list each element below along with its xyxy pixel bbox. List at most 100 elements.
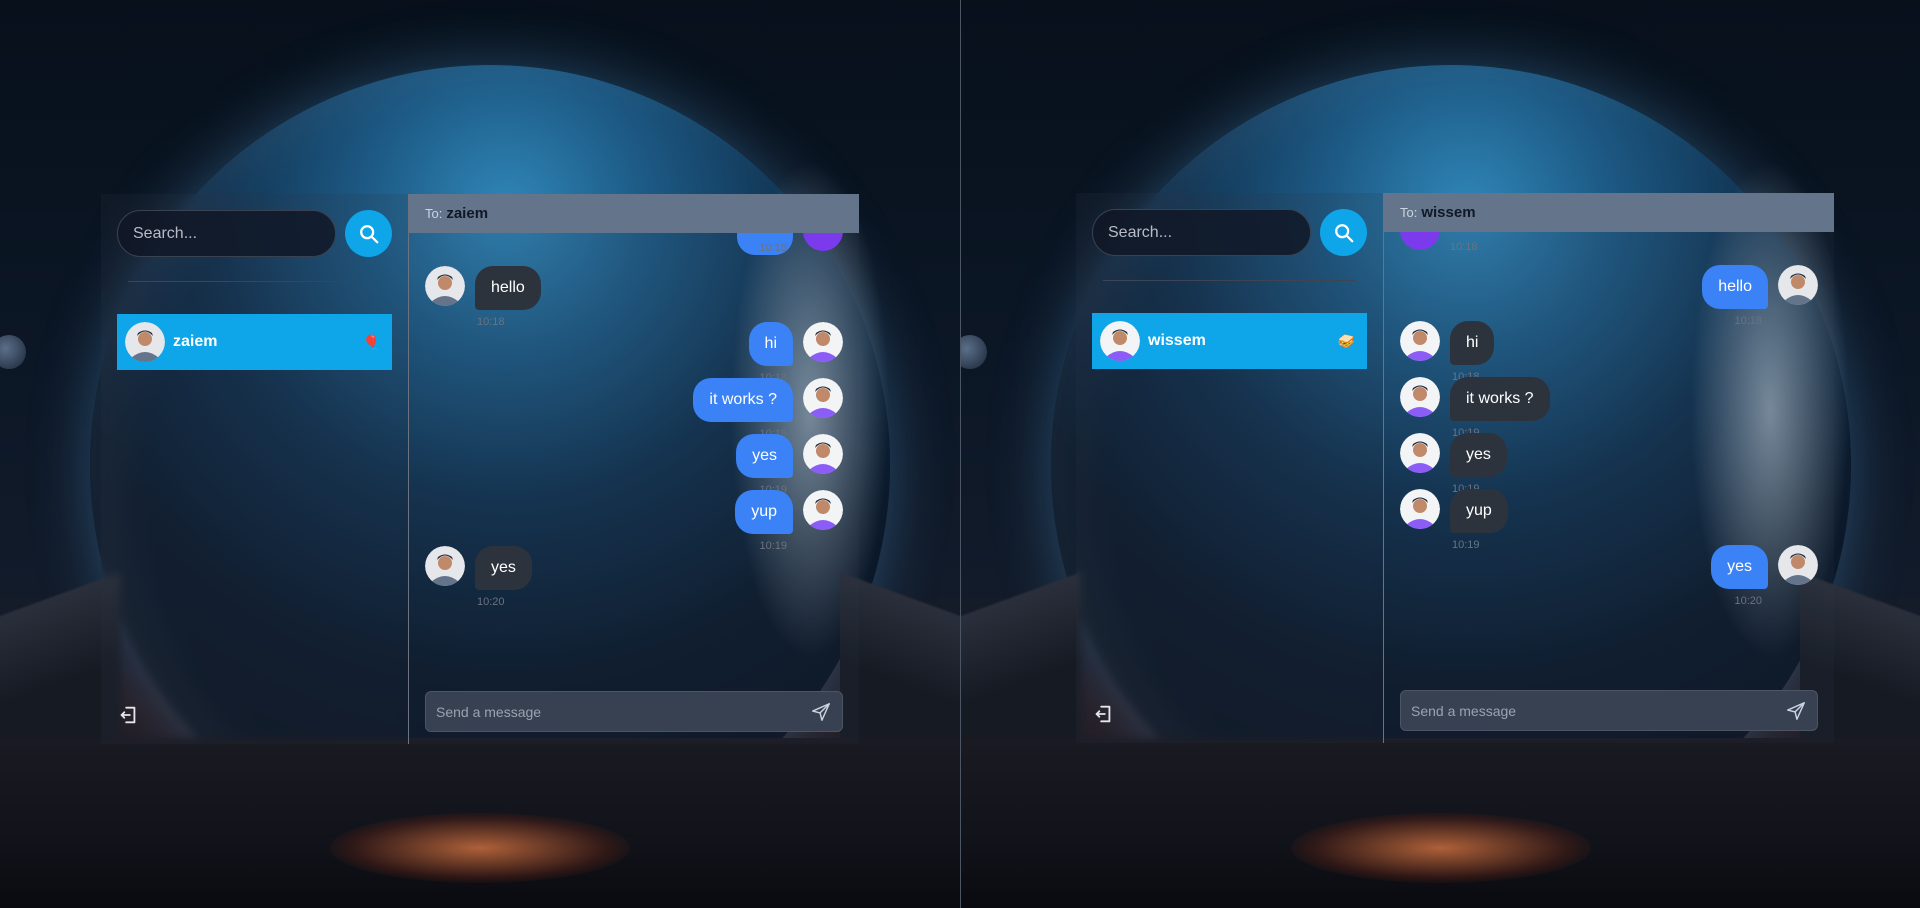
message-row: yup 10:19 [425,490,843,552]
contact-name: zaiem [173,333,218,350]
message-bubble: yup [735,490,793,534]
logout-button[interactable] [1092,703,1114,730]
message-list[interactable]: 10:18 hello10:18hi10:18it works ?10:19ye… [1384,232,1834,672]
message-content: it works ?10:19 [693,378,793,440]
to-label: To: [1400,205,1418,220]
contact-avatar [1100,321,1140,361]
message-bubble: hello [475,266,541,310]
message-row: hello 10:18 [1400,265,1818,327]
message-input[interactable] [1411,702,1785,719]
message-row: hi10:18 [1400,321,1818,383]
message-row: hello 10:18 [425,266,843,328]
message-content: yes10:19 [736,434,793,496]
river-image [330,813,630,883]
message-bubble: hi [1450,321,1495,365]
contact-item-zaiem[interactable]: zaiem 🎈 [117,314,392,370]
message-list[interactable]: 10:18 hello10:18hi10:18it works ?10:19ye… [409,233,859,673]
contact-avatar [125,322,165,362]
search-input[interactable] [1092,209,1311,256]
chat-header: To: wissem [1384,193,1834,232]
avatar [1778,265,1818,305]
right-window: wissem 🥪 To: wissem 10:18 hello10:18hi10… [961,0,1920,908]
search-row [117,210,392,257]
message-content: it works ?10:19 [1450,377,1550,439]
moon-image [961,335,987,369]
avatar [425,546,465,586]
unread-indicator: 🥪 [1337,333,1355,349]
message-content: yes 10:20 [475,546,532,608]
chat-header: To: zaiem [409,194,859,233]
message-bubble: yes [475,546,532,590]
search-icon [1334,223,1353,242]
chat-panel: To: wissem 10:18 hello10:18 hi10:18it wor… [1383,193,1834,743]
avatar [803,322,843,362]
send-icon[interactable] [810,701,832,723]
moon-image [0,335,26,369]
message-bubble: yes [736,434,793,478]
avatar [425,266,465,306]
avatar [1400,433,1440,473]
search-button[interactable] [1320,209,1367,256]
message-row: yup 10:19 [1400,489,1818,551]
message-row: yes10:19 [425,434,843,496]
message-row: yes10:19 [1400,433,1818,495]
search-button[interactable] [345,210,392,257]
sidebar: wissem 🥪 [1076,193,1383,743]
chat-app: wissem 🥪 To: wissem 10:18 hello10:18hi10… [1076,193,1834,743]
message-composer [1400,690,1818,731]
logout-icon [1095,705,1111,723]
message-row: it works ?10:19 [1400,377,1818,439]
message-composer [425,691,843,732]
search-input[interactable] [117,210,336,257]
chat-app: zaiem 🎈 To: zaiem 10:18 hello10:18 hi10:1… [101,194,859,744]
clipped-message: 10:18 [1400,232,1478,253]
sidebar-divider [1103,280,1355,281]
logout-icon [120,706,136,724]
left-window: zaiem 🎈 To: zaiem 10:18 hello10:18 hi10:1… [0,0,960,908]
search-row [1092,209,1367,256]
avatar [803,434,843,474]
unread-indicator: 🎈 [362,334,380,350]
avatar [1400,232,1440,250]
logout-button[interactable] [117,704,139,731]
avatar [803,378,843,418]
avatar [803,233,843,251]
avatar [1400,489,1440,529]
sidebar-divider [128,281,380,282]
search-icon [359,224,378,243]
message-bubble: yes [1450,433,1507,477]
avatar [803,490,843,530]
message-content: hello 10:18 [1702,265,1768,327]
contact-name: wissem [1148,332,1206,349]
clipped-message: 10:18 [737,233,843,255]
message-content: hi10:18 [1450,321,1495,383]
message-row: yes 10:20 [1400,545,1818,607]
message-bubble: it works ? [1450,377,1550,421]
message-content: hi10:18 [748,322,793,384]
message-row: yes 10:20 [425,546,843,608]
river-image [1291,813,1591,883]
recipient-name: wissem [1421,204,1476,221]
message-time: 10:20 [477,596,505,608]
message-bubble: yes [1711,545,1768,589]
chat-panel: To: zaiem 10:18 hello10:18 hi10:18it work… [408,194,859,744]
recipient-name: zaiem [446,205,489,222]
message-bubble: hello [1702,265,1768,309]
message-time: 10:20 [1734,595,1762,607]
message-time: 10:18 [1450,241,1478,253]
avatar [1778,545,1818,585]
message-row: hi10:18 [425,322,843,384]
message-row: it works ?10:19 [425,378,843,440]
avatar [1400,321,1440,361]
message-content: yup 10:19 [735,490,793,552]
message-bubble: yup [1450,489,1508,533]
message-content: hello 10:18 [475,266,541,328]
message-bubble: hi [748,322,793,366]
to-label: To: [425,206,443,221]
message-content: yes10:19 [1450,433,1507,495]
send-icon[interactable] [1785,700,1807,722]
contact-item-wissem[interactable]: wissem 🥪 [1092,313,1367,369]
message-content: yes 10:20 [1711,545,1768,607]
message-input[interactable] [436,703,810,720]
message-bubble: it works ? [693,378,793,422]
